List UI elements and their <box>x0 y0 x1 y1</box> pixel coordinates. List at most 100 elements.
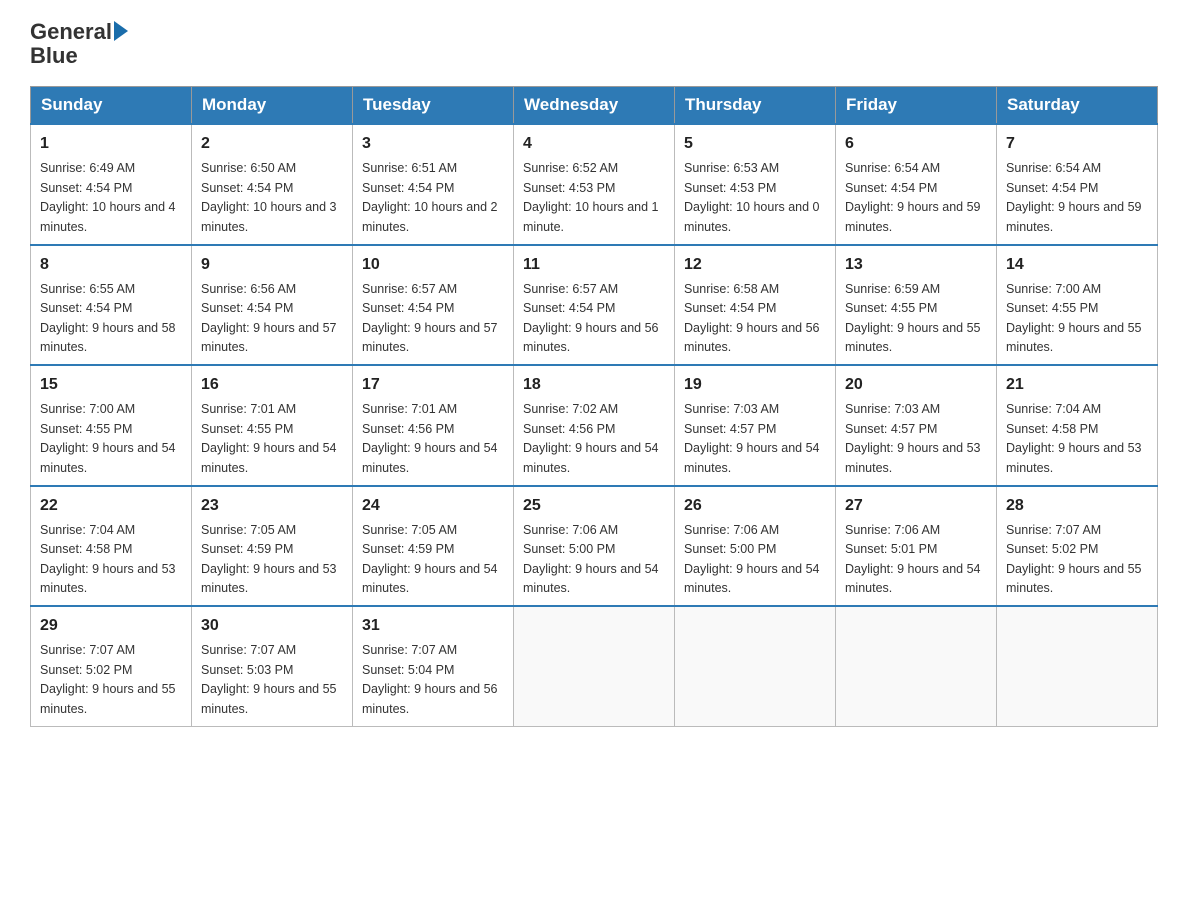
day-number: 27 <box>845 494 987 518</box>
calendar-day-cell: 12 Sunrise: 6:58 AMSunset: 4:54 PMDayligh… <box>675 245 836 366</box>
day-info: Sunrise: 7:06 AMSunset: 5:00 PMDaylight:… <box>684 521 826 599</box>
calendar-day-cell: 9 Sunrise: 6:56 AMSunset: 4:54 PMDaylight… <box>192 245 353 366</box>
day-number: 2 <box>201 132 343 156</box>
day-number: 30 <box>201 614 343 638</box>
day-number: 19 <box>684 373 826 397</box>
calendar-day-cell: 5Sunrise: 6:53 AMSunset: 4:53 PMDaylight… <box>675 124 836 245</box>
day-number: 10 <box>362 253 504 277</box>
calendar-day-cell: 4Sunrise: 6:52 AMSunset: 4:53 PMDaylight… <box>514 124 675 245</box>
calendar-day-cell: 15Sunrise: 7:00 AMSunset: 4:55 PMDayligh… <box>31 365 192 486</box>
day-number: 29 <box>40 614 182 638</box>
day-number: 18 <box>523 373 665 397</box>
calendar-header-saturday: Saturday <box>997 87 1158 125</box>
day-info: Sunrise: 6:56 AMSunset: 4:54 PMDaylight:… <box>201 280 343 358</box>
day-info: Sunrise: 7:04 AMSunset: 4:58 PMDaylight:… <box>1006 400 1148 478</box>
day-number: 6 <box>845 132 987 156</box>
calendar-header-monday: Monday <box>192 87 353 125</box>
day-info: Sunrise: 7:05 AMSunset: 4:59 PMDaylight:… <box>362 521 504 599</box>
day-info: Sunrise: 6:49 AMSunset: 4:54 PMDaylight:… <box>40 159 182 237</box>
calendar-day-cell: 22 Sunrise: 7:04 AMSunset: 4:58 PMDayligh… <box>31 486 192 607</box>
day-number: 3 <box>362 132 504 156</box>
calendar-day-cell: 3 Sunrise: 6:51 AMSunset: 4:54 PMDaylight… <box>353 124 514 245</box>
day-info: Sunrise: 6:58 AMSunset: 4:54 PMDaylight:… <box>684 280 826 358</box>
calendar-header-wednesday: Wednesday <box>514 87 675 125</box>
day-info: Sunrise: 7:04 AMSunset: 4:58 PMDaylight:… <box>40 521 182 599</box>
calendar-day-cell: 8Sunrise: 6:55 AMSunset: 4:54 PMDaylight… <box>31 245 192 366</box>
calendar-week-row: 1 Sunrise: 6:49 AMSunset: 4:54 PMDaylight… <box>31 124 1158 245</box>
day-info: Sunrise: 7:03 AMSunset: 4:57 PMDaylight:… <box>845 400 987 478</box>
day-number: 26 <box>684 494 826 518</box>
calendar-day-cell: 11 Sunrise: 6:57 AMSunset: 4:54 PMDayligh… <box>514 245 675 366</box>
calendar-week-row: 29 Sunrise: 7:07 AMSunset: 5:02 PMDayligh… <box>31 606 1158 726</box>
calendar-week-row: 22 Sunrise: 7:04 AMSunset: 4:58 PMDayligh… <box>31 486 1158 607</box>
logo-arrow-icon <box>114 21 128 41</box>
day-info: Sunrise: 7:03 AMSunset: 4:57 PMDaylight:… <box>684 400 826 478</box>
calendar-day-cell: 20 Sunrise: 7:03 AMSunset: 4:57 PMDayligh… <box>836 365 997 486</box>
day-number: 24 <box>362 494 504 518</box>
day-number: 20 <box>845 373 987 397</box>
calendar-day-cell: 26 Sunrise: 7:06 AMSunset: 5:00 PMDayligh… <box>675 486 836 607</box>
day-info: Sunrise: 6:50 AMSunset: 4:54 PMDaylight:… <box>201 159 343 237</box>
day-number: 23 <box>201 494 343 518</box>
day-info: Sunrise: 6:59 AMSunset: 4:55 PMDaylight:… <box>845 280 987 358</box>
calendar-day-cell <box>836 606 997 726</box>
calendar-day-cell: 13 Sunrise: 6:59 AMSunset: 4:55 PMDayligh… <box>836 245 997 366</box>
day-info: Sunrise: 7:05 AMSunset: 4:59 PMDaylight:… <box>201 521 343 599</box>
day-number: 4 <box>523 132 665 156</box>
calendar-day-cell: 10 Sunrise: 6:57 AMSunset: 4:54 PMDayligh… <box>353 245 514 366</box>
day-number: 16 <box>201 373 343 397</box>
page-header: General Blue <box>30 20 1158 68</box>
calendar-header-tuesday: Tuesday <box>353 87 514 125</box>
calendar-day-cell: 25 Sunrise: 7:06 AMSunset: 5:00 PMDayligh… <box>514 486 675 607</box>
day-info: Sunrise: 7:06 AMSunset: 5:00 PMDaylight:… <box>523 521 665 599</box>
day-number: 7 <box>1006 132 1148 156</box>
day-number: 17 <box>362 373 504 397</box>
calendar-day-cell: 29 Sunrise: 7:07 AMSunset: 5:02 PMDayligh… <box>31 606 192 726</box>
calendar-day-cell: 19 Sunrise: 7:03 AMSunset: 4:57 PMDayligh… <box>675 365 836 486</box>
day-info: Sunrise: 6:57 AMSunset: 4:54 PMDaylight:… <box>362 280 504 358</box>
day-info: Sunrise: 6:51 AMSunset: 4:54 PMDaylight:… <box>362 159 504 237</box>
day-number: 22 <box>40 494 182 518</box>
calendar-day-cell: 27 Sunrise: 7:06 AMSunset: 5:01 PMDayligh… <box>836 486 997 607</box>
day-number: 8 <box>40 253 182 277</box>
calendar-day-cell: 18 Sunrise: 7:02 AMSunset: 4:56 PMDayligh… <box>514 365 675 486</box>
day-info: Sunrise: 6:57 AMSunset: 4:54 PMDaylight:… <box>523 280 665 358</box>
day-info: Sunrise: 7:01 AMSunset: 4:56 PMDaylight:… <box>362 400 504 478</box>
day-number: 12 <box>684 253 826 277</box>
calendar-day-cell: 28 Sunrise: 7:07 AMSunset: 5:02 PMDayligh… <box>997 486 1158 607</box>
calendar-day-cell: 24 Sunrise: 7:05 AMSunset: 4:59 PMDayligh… <box>353 486 514 607</box>
day-number: 1 <box>40 132 182 156</box>
day-info: Sunrise: 7:07 AMSunset: 5:02 PMDaylight:… <box>1006 521 1148 599</box>
calendar-day-cell: 14Sunrise: 7:00 AMSunset: 4:55 PMDayligh… <box>997 245 1158 366</box>
day-number: 13 <box>845 253 987 277</box>
day-number: 21 <box>1006 373 1148 397</box>
logo-blue-text: Blue <box>30 43 78 68</box>
day-number: 9 <box>201 253 343 277</box>
day-info: Sunrise: 6:54 AMSunset: 4:54 PMDaylight:… <box>845 159 987 237</box>
calendar-day-cell <box>675 606 836 726</box>
day-info: Sunrise: 7:07 AMSunset: 5:02 PMDaylight:… <box>40 641 182 719</box>
day-number: 28 <box>1006 494 1148 518</box>
day-info: Sunrise: 7:06 AMSunset: 5:01 PMDaylight:… <box>845 521 987 599</box>
day-info: Sunrise: 7:00 AMSunset: 4:55 PMDaylight:… <box>1006 280 1148 358</box>
calendar-week-row: 8Sunrise: 6:55 AMSunset: 4:54 PMDaylight… <box>31 245 1158 366</box>
day-info: Sunrise: 7:01 AMSunset: 4:55 PMDaylight:… <box>201 400 343 478</box>
calendar-day-cell: 31Sunrise: 7:07 AMSunset: 5:04 PMDayligh… <box>353 606 514 726</box>
day-number: 15 <box>40 373 182 397</box>
calendar-day-cell <box>997 606 1158 726</box>
logo: General Blue <box>30 20 128 68</box>
logo-general-text: General <box>30 20 112 44</box>
day-info: Sunrise: 7:02 AMSunset: 4:56 PMDaylight:… <box>523 400 665 478</box>
calendar-day-cell: 1 Sunrise: 6:49 AMSunset: 4:54 PMDaylight… <box>31 124 192 245</box>
day-info: Sunrise: 6:53 AMSunset: 4:53 PMDaylight:… <box>684 159 826 237</box>
calendar-header-sunday: Sunday <box>31 87 192 125</box>
day-info: Sunrise: 6:54 AMSunset: 4:54 PMDaylight:… <box>1006 159 1148 237</box>
calendar-day-cell: 6 Sunrise: 6:54 AMSunset: 4:54 PMDaylight… <box>836 124 997 245</box>
day-info: Sunrise: 7:07 AMSunset: 5:04 PMDaylight:… <box>362 641 504 719</box>
calendar-day-cell <box>514 606 675 726</box>
day-number: 25 <box>523 494 665 518</box>
calendar-day-cell: 7 Sunrise: 6:54 AMSunset: 4:54 PMDaylight… <box>997 124 1158 245</box>
calendar-day-cell: 23 Sunrise: 7:05 AMSunset: 4:59 PMDayligh… <box>192 486 353 607</box>
day-number: 11 <box>523 253 665 277</box>
calendar-table: SundayMondayTuesdayWednesdayThursdayFrid… <box>30 86 1158 727</box>
